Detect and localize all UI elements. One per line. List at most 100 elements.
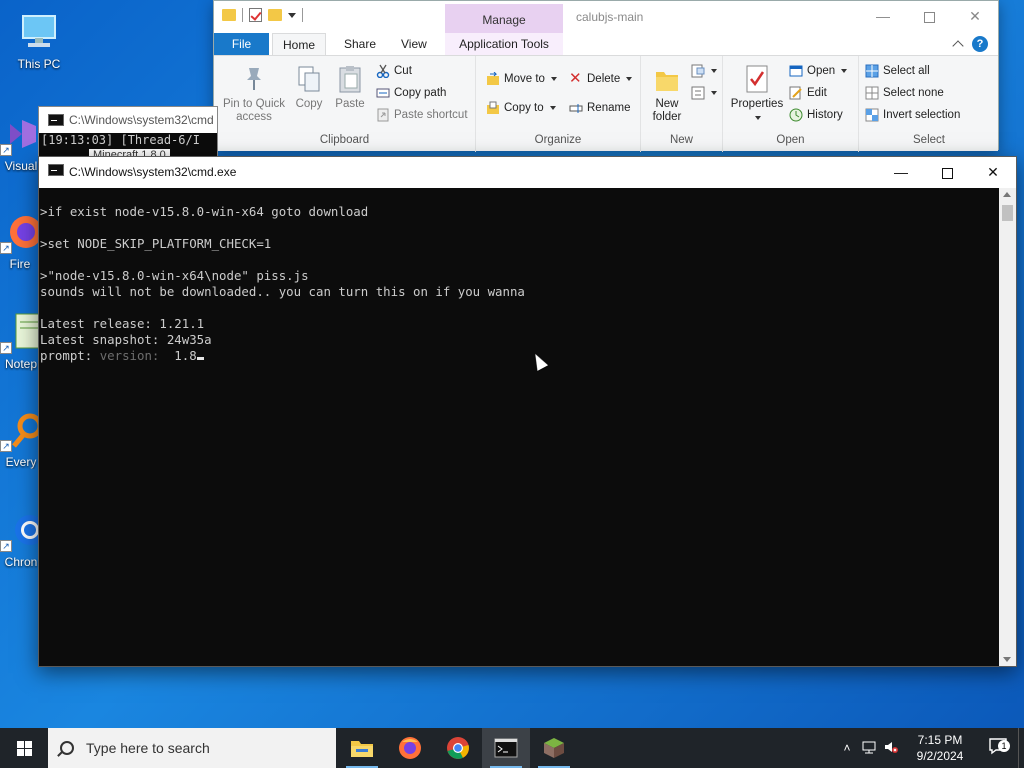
console-window[interactable]: C:\Windows\system32\cmd.exe — ✕ >if exis… [38, 156, 1017, 667]
tab-home[interactable]: Home [272, 33, 327, 55]
tab-application-tools[interactable]: Application Tools [445, 33, 563, 55]
taskbar-firefox[interactable] [386, 728, 434, 768]
start-button[interactable] [0, 728, 48, 768]
maximize-button[interactable] [906, 1, 952, 31]
tab-share[interactable]: Share [334, 33, 386, 55]
show-desktop-button[interactable] [1018, 728, 1024, 768]
maximize-button[interactable] [924, 157, 970, 188]
explorer-titlebar[interactable]: Manage calubjs-main — ✕ [214, 1, 998, 33]
close-button[interactable]: ✕ [970, 157, 1016, 188]
vertical-scrollbar[interactable] [999, 188, 1016, 666]
desktop-icon-everything[interactable]: ↗ Every [0, 408, 42, 469]
desktop-icon-firefox[interactable]: ↗ Fire [0, 210, 40, 271]
contextual-tab-manage[interactable]: Manage [445, 4, 563, 33]
invert-selection-icon [865, 108, 879, 122]
history-button[interactable]: History [789, 106, 843, 124]
open-icon [789, 64, 803, 78]
prompt-input-value[interactable]: 1.8 [174, 348, 196, 363]
button-label: Cut [394, 65, 412, 77]
new-folder-icon[interactable] [268, 9, 282, 21]
scroll-up-arrow-icon[interactable] [1003, 192, 1011, 197]
taskbar-minecraft[interactable] [530, 728, 578, 768]
toolbar-divider [302, 8, 303, 22]
delete-x-icon: ✕ [569, 70, 582, 87]
console-line: >"node-v15.8.0-win-x64\node" piss.js [40, 268, 309, 283]
collapse-ribbon-icon[interactable] [952, 40, 964, 52]
taskbar-file-explorer[interactable] [338, 728, 386, 768]
copy-button[interactable]: Copy [290, 64, 328, 111]
taskbar-chrome[interactable] [434, 728, 482, 768]
desktop-icon-visual-studio[interactable]: ↗ Visual [0, 112, 42, 173]
console-titlebar[interactable]: C:\Windows\system32\cmd.exe — ✕ [39, 157, 1016, 188]
system-clock[interactable]: 7:15 PM 9/2/2024 [902, 732, 978, 764]
paste-shortcut-button[interactable]: Paste shortcut [376, 106, 468, 124]
prompt-hint: version: [99, 348, 175, 363]
scroll-thumb[interactable] [1002, 205, 1013, 221]
select-all-button[interactable]: Select all [865, 62, 930, 80]
background-console-titlebar[interactable]: C:\Windows\system32\cmd [39, 107, 217, 133]
tab-view[interactable]: View [391, 33, 437, 55]
pin-icon [241, 64, 267, 94]
delete-button[interactable]: ✕ Delete [569, 70, 633, 88]
minimize-button[interactable]: — [878, 157, 924, 188]
pin-to-quick-access-button[interactable]: Pin to Quick access [220, 64, 288, 124]
console-output[interactable]: >if exist node-v15.8.0-win-x64 goto down… [39, 188, 999, 666]
tab-file[interactable]: File [214, 33, 269, 55]
properties-button[interactable]: Properties [729, 64, 785, 124]
shortcut-arrow-icon: ↗ [0, 540, 12, 552]
select-none-button[interactable]: Select none [865, 84, 944, 102]
show-hidden-icons-chevron-icon[interactable]: ˄ [836, 741, 858, 755]
toolbar-divider [242, 8, 243, 22]
taskbar-command-prompt[interactable] [482, 728, 530, 768]
move-to-button[interactable]: Move to [486, 70, 557, 88]
window-controls: — ✕ [878, 157, 1016, 188]
copy-to-button[interactable]: Copy to [486, 99, 556, 117]
invert-selection-button[interactable]: Invert selection [865, 106, 960, 124]
shortcut-arrow-icon: ↗ [0, 144, 12, 156]
group-organize: Move to Copy to ✕ Delete Rename Organize [476, 56, 641, 152]
edit-button[interactable]: Edit [789, 84, 827, 102]
computer-icon [17, 10, 61, 54]
button-label: New folder [652, 98, 682, 123]
file-explorer-window[interactable]: Manage calubjs-main — ✕ File Home Share … [213, 0, 999, 152]
group-title: Organize [534, 134, 582, 146]
group-title: Clipboard [319, 134, 370, 146]
copy-path-icon [376, 86, 390, 100]
properties-check-icon[interactable] [249, 8, 262, 22]
edit-pencil-icon [789, 86, 803, 100]
copy-path-button[interactable]: Copy path [376, 84, 446, 102]
close-button[interactable]: ✕ [952, 1, 998, 31]
ribbon-home: Pin to Quick access Copy Paste Cut Copy … [214, 55, 998, 152]
quick-access-toolbar [222, 8, 303, 22]
window-title: calubjs-main [576, 10, 644, 24]
scroll-down-arrow-icon[interactable] [1003, 657, 1011, 662]
new-folder-button[interactable]: New folder [647, 64, 687, 124]
desktop-icon-chrome[interactable]: ↗ Chron [0, 508, 42, 569]
new-item-button[interactable] [691, 62, 717, 80]
open-button[interactable]: Open [789, 62, 848, 80]
rename-button[interactable]: Rename [569, 99, 630, 117]
paste-button[interactable]: Paste [330, 64, 370, 111]
help-icon[interactable]: ? [972, 36, 988, 52]
button-label: Open [807, 65, 836, 77]
desktop-icon-this-pc[interactable]: This PC [0, 10, 78, 71]
taskbar-search-box[interactable]: Type here to search [48, 728, 336, 768]
customize-toolbar-dropdown-icon[interactable] [288, 12, 296, 18]
visual-studio-icon: ↗ [0, 112, 42, 156]
prompt-line[interactable]: prompt: version: 1.8 [40, 348, 999, 364]
chevron-down-icon [626, 77, 633, 81]
console-line: [19:13:03] [Thread-6/I [41, 133, 200, 147]
action-center-button[interactable]: 1 [978, 737, 1018, 760]
desktop-icon-label: Visual [4, 159, 38, 173]
minimize-button[interactable]: — [860, 1, 906, 31]
shortcut-arrow-icon: ↗ [0, 440, 12, 452]
prompt-label: prompt: [40, 348, 100, 363]
easy-access-button[interactable] [691, 84, 717, 102]
volume-muted-icon[interactable] [880, 740, 902, 757]
properties-icon [744, 64, 770, 94]
cut-button[interactable]: Cut [376, 62, 412, 80]
desktop-icon-notepad[interactable]: ↗ Notep [0, 310, 42, 371]
network-icon[interactable] [858, 740, 880, 757]
